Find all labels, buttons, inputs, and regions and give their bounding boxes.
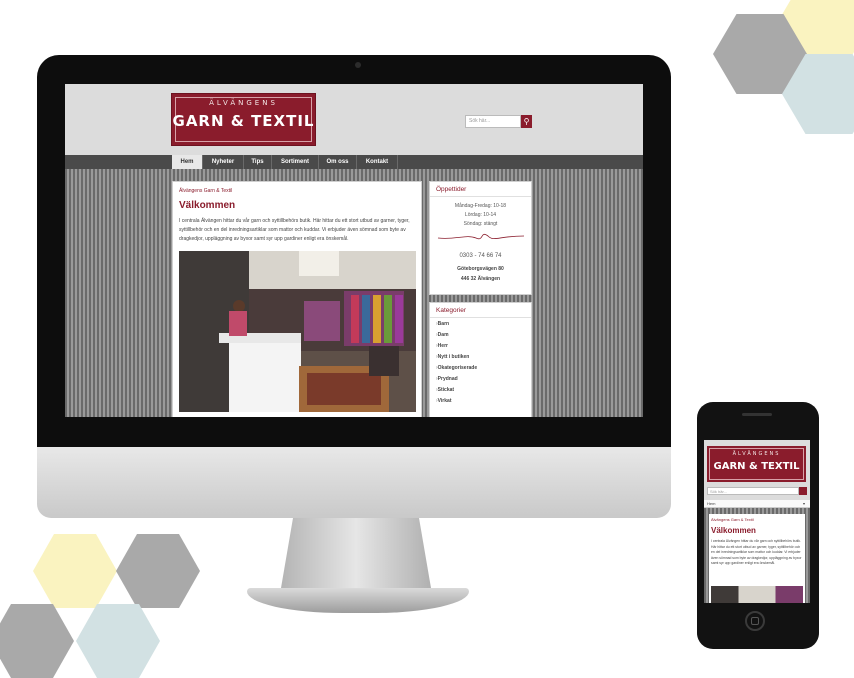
mobile-search-icon[interactable] [799, 487, 807, 495]
mobile-intro-text: I centrala Älvängen hittar du vår garn o… [711, 539, 802, 566]
category-link[interactable]: Virkat [436, 398, 452, 404]
category-link[interactable]: Prydnad [436, 376, 458, 382]
thread-needle-icon [437, 233, 525, 240]
nav-item-sortiment[interactable]: Sortiment [272, 155, 319, 169]
nav-item-nyheter[interactable]: Nyheter [203, 155, 244, 169]
imac-stand-base [247, 588, 469, 613]
site-header: ÄLVÄNGENS GARN & TEXTIL Sök här... ⚲ [65, 84, 643, 155]
mobile-menu-select[interactable]: Hem [704, 500, 810, 508]
mobile-page-title: Välkommen [711, 526, 756, 535]
apple-logo-icon [340, 459, 376, 501]
mobile-site-logo[interactable]: ÄLVÄNGENS GARN & TEXTIL [707, 446, 806, 482]
nav-item-hem[interactable]: Hem [172, 155, 203, 169]
site-logo[interactable]: ÄLVÄNGENS GARN & TEXTIL [172, 94, 315, 145]
desktop-website-screen: ÄLVÄNGENS GARN & TEXTIL Sök här... ⚲ Hem… [65, 84, 643, 417]
categories-title: Kategorier [436, 307, 466, 314]
address-city: 446 32 Älvängen [460, 276, 501, 282]
hexagon-gray-bottom-right [116, 534, 200, 608]
opening-hours-title: Öppettider [436, 186, 467, 193]
opening-hours-widget: Öppettider Måndag-Fredag: 10-18 Lördag: … [429, 181, 532, 295]
hexagon-yellow-bottom [33, 534, 117, 608]
category-link[interactable]: Nytt i butiken [436, 354, 470, 360]
nav-item-tips[interactable]: Tips [244, 155, 272, 169]
mobile-breadcrumb[interactable]: Älvängens Garn & Textil [711, 517, 754, 522]
imac-stand-neck [281, 518, 431, 588]
categories-widget: Kategorier Barn Dam Herr Nytt i butiken … [429, 302, 532, 417]
address-street: Göteborgsvägen 80 [457, 266, 504, 272]
mobile-search-input[interactable]: Sök här... [707, 487, 799, 495]
mobile-logo-big-text: GARN & TEXTIL [713, 461, 800, 472]
breadcrumb[interactable]: Älvängens Garn & Textil [179, 188, 232, 194]
mobile-main-content: Älvängens Garn & Textil Välkommen I cent… [709, 514, 805, 603]
mobile-store-photo [711, 586, 803, 603]
hexagon-gray-bottom-left [0, 604, 74, 678]
hours-sunday: Söndag: stängt [463, 221, 498, 227]
store-interior-photo [179, 251, 416, 412]
category-link[interactable]: Dam [436, 332, 449, 338]
category-link[interactable]: Herr [436, 343, 448, 349]
mobile-menu-chevron-icon[interactable]: ▾ [803, 501, 805, 507]
intro-text: I centrala Älvängen hittar du vår garn o… [179, 218, 410, 242]
nav-item-kontakt[interactable]: Kontakt [357, 155, 398, 169]
mobile-website-screen: ÄLVÄNGENS GARN & TEXTIL Sök här... Hem ▾… [704, 440, 810, 603]
main-navigation: Hem Nyheter Tips Sortiment Om oss Kontak… [65, 155, 643, 169]
hours-weekdays: Måndag-Fredag: 10-18 [454, 203, 507, 209]
search-input[interactable]: Sök här... [465, 115, 521, 128]
store-photo-illustration [179, 251, 416, 412]
imac-camera [355, 62, 361, 68]
iphone-speaker [742, 413, 772, 416]
hexagon-blue-bottom [76, 604, 160, 678]
nav-item-om-oss[interactable]: Om oss [319, 155, 357, 169]
main-content: Älvängens Garn & Textil Välkommen I cent… [172, 181, 422, 417]
mobile-logo-small-text: ÄLVÄNGENS [732, 451, 781, 457]
hours-saturday: Lördag: 10-14 [464, 212, 497, 218]
logo-big-text: GARN & TEXTIL [172, 112, 315, 130]
category-link[interactable]: Stickat [436, 387, 454, 393]
page-title: Välkommen [179, 200, 236, 211]
search-icon[interactable]: ⚲ [521, 115, 532, 128]
home-button-square-icon [751, 617, 759, 625]
logo-small-text: ÄLVÄNGENS [209, 99, 278, 107]
category-link[interactable]: Barn [436, 321, 449, 327]
phone-number: 0303 - 74 66 74 [459, 253, 502, 259]
category-link[interactable]: Okategoriserade [436, 365, 477, 371]
